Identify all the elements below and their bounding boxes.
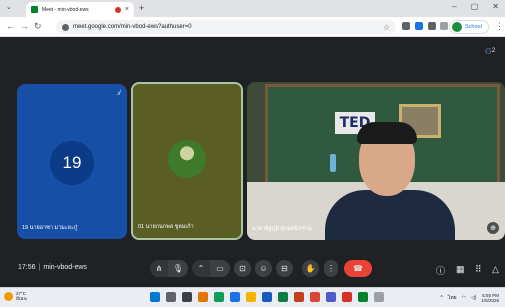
- participant-tile[interactable]: ♪̸ 19 19 นายอาซา มามะยะกู๋: [17, 84, 127, 239]
- app-icon[interactable]: [374, 292, 384, 302]
- input-language[interactable]: ไทย: [448, 294, 457, 302]
- new-tab-button[interactable]: +: [139, 3, 144, 13]
- pin-icon[interactable]: ⊕: [487, 222, 499, 234]
- forward-icon[interactable]: →: [20, 21, 29, 31]
- captions-button[interactable]: ⊟: [276, 260, 293, 277]
- meeting-code: min-vbod-ews: [43, 264, 87, 271]
- more-options-button[interactable]: ⋮: [324, 260, 338, 277]
- video-person-hair: [357, 122, 417, 144]
- raise-hand-button[interactable]: ✋: [302, 260, 319, 277]
- side-panel-icon[interactable]: [440, 22, 448, 30]
- meeting-details: 17:56 | min-vbod-ews: [18, 264, 87, 271]
- back-icon[interactable]: ←: [6, 21, 15, 31]
- meet-favicon-icon: [31, 6, 38, 13]
- meet-icon[interactable]: [358, 292, 368, 302]
- weather-icon: [4, 291, 13, 301]
- taskbar-apps: [150, 292, 384, 302]
- volume-icon[interactable]: ◁): [471, 295, 477, 301]
- activities-icon[interactable]: ⠿: [475, 264, 482, 275]
- reload-icon[interactable]: ↻: [34, 21, 42, 32]
- task-view-icon[interactable]: [182, 292, 192, 302]
- start-icon[interactable]: [150, 292, 160, 302]
- emoji-button[interactable]: ☺: [255, 260, 272, 277]
- clock[interactable]: 5:55 PM 1/5/2026: [481, 293, 499, 303]
- camera-button[interactable]: ▭: [210, 260, 230, 277]
- chat-icon[interactable]: ▦: [456, 264, 465, 275]
- weather-widget[interactable]: 27°C มีเมฆ: [4, 291, 27, 301]
- people-icon: ⚇: [484, 46, 492, 56]
- browser-menu-icon[interactable]: ⋮: [495, 21, 504, 32]
- os-taskbar: 27°C มีเมฆ ^ ไทย ◠ ◁) 5:55 PM 1/5/2026: [0, 287, 505, 307]
- teams-icon[interactable]: [326, 292, 336, 302]
- browser-tab-meet[interactable]: Meet - min-vbod-ews ×: [26, 2, 134, 17]
- tab-title: Meet - min-vbod-ews: [42, 6, 89, 13]
- extension-icon[interactable]: [402, 22, 410, 30]
- powerpoint-icon[interactable]: [294, 292, 304, 302]
- extension-icon[interactable]: [415, 22, 423, 30]
- file-explorer-icon[interactable]: [246, 292, 256, 302]
- app-icon[interactable]: [198, 292, 208, 302]
- recording-indicator-icon: [114, 6, 121, 13]
- participant-name: นาย ณัฐภูมิ ศุภผลนิลชาน: [252, 226, 312, 232]
- site-info-icon[interactable]: [62, 23, 69, 31]
- bookmark-star-icon[interactable]: ☆: [383, 23, 390, 32]
- participant-name: 19 นายอาซา มามะยะกู๋: [22, 225, 78, 231]
- minimize-button[interactable]: –: [452, 2, 456, 11]
- browser-toolbar: ← → ↻ meet.google.com/min-vbod-ews?authu…: [0, 17, 505, 37]
- participant-name: 01 นายกนกพล ชูลมเก้า: [138, 224, 194, 230]
- weather-condition: มีเมฆ: [16, 296, 27, 301]
- meeting-time: 17:56: [18, 264, 36, 271]
- video-options-button[interactable]: ⌃: [192, 260, 210, 277]
- meet-stage: ⚇ 2 ♪̸ 19 19 นายอาซา มามะยะกู๋ 01 นายกนก…: [0, 37, 505, 287]
- browser-tab-bar: ⌄ Meet - min-vbod-ews × + – ▢ ✕: [0, 0, 505, 17]
- host-controls-icon[interactable]: △: [492, 264, 499, 275]
- meeting-controls-bar: 17:56 | min-vbod-ews ⋔ 🎙 ⌃ ▭ ⊡ ☺ ⊟ ✋ ⋮ ☎ ⓘ…: [0, 255, 505, 283]
- video-person-body: [325, 190, 455, 240]
- app-icon[interactable]: [214, 292, 224, 302]
- profile-name: School: [465, 24, 482, 30]
- participant-count: 2: [491, 48, 496, 54]
- avatar: [452, 22, 462, 32]
- close-window-button[interactable]: ✕: [492, 2, 499, 11]
- mic-off-icon: ♪̸: [116, 90, 121, 97]
- clock-date: 1/5/2026: [481, 298, 499, 303]
- present-button[interactable]: ⊡: [234, 260, 251, 277]
- app-icon[interactable]: [342, 292, 352, 302]
- search-icon[interactable]: [166, 292, 176, 302]
- excel-icon[interactable]: [278, 292, 288, 302]
- leave-call-button[interactable]: ☎: [344, 260, 372, 277]
- maximize-button[interactable]: ▢: [471, 2, 479, 11]
- participant-profile-photo: [168, 140, 206, 178]
- tray-chevron-icon[interactable]: ^: [440, 295, 442, 301]
- word-icon[interactable]: [262, 292, 272, 302]
- tab-close-button[interactable]: ×: [125, 6, 129, 13]
- profile-button[interactable]: School: [449, 20, 489, 34]
- edge-icon[interactable]: [230, 292, 240, 302]
- people-button[interactable]: ⚇ 2: [481, 44, 499, 58]
- tab-search-icon[interactable]: ⌄: [6, 3, 12, 11]
- screen: ⌄ Meet - min-vbod-ews × + – ▢ ✕ ← → ↻ me…: [0, 0, 505, 307]
- wifi-icon[interactable]: ◠: [462, 295, 466, 301]
- mic-button[interactable]: 🎙: [168, 260, 188, 277]
- address-bar[interactable]: meet.google.com/min-vbod-ews?authuser=0 …: [56, 20, 396, 34]
- url-text[interactable]: meet.google.com/min-vbod-ews?authuser=0: [73, 24, 192, 30]
- participant-video-tile[interactable]: TED นาย ณัฐภูมิ ศุภผลนิลชาน ⊕: [247, 82, 505, 240]
- participant-avatar: 19: [50, 141, 94, 185]
- system-tray: ^ ไทย ◠ ◁) 5:55 PM 1/5/2026: [440, 293, 499, 303]
- meeting-info-icon[interactable]: ⓘ: [436, 264, 445, 277]
- extensions-puzzle-icon[interactable]: [428, 22, 436, 30]
- chrome-icon[interactable]: [310, 292, 320, 302]
- video-bottle: [330, 154, 336, 172]
- participant-tile-active-speaker[interactable]: 01 นายกนกพล ชูลมเก้า: [131, 82, 243, 240]
- audio-options-button[interactable]: ⋔: [150, 260, 168, 277]
- window-controls: – ▢ ✕: [452, 2, 499, 11]
